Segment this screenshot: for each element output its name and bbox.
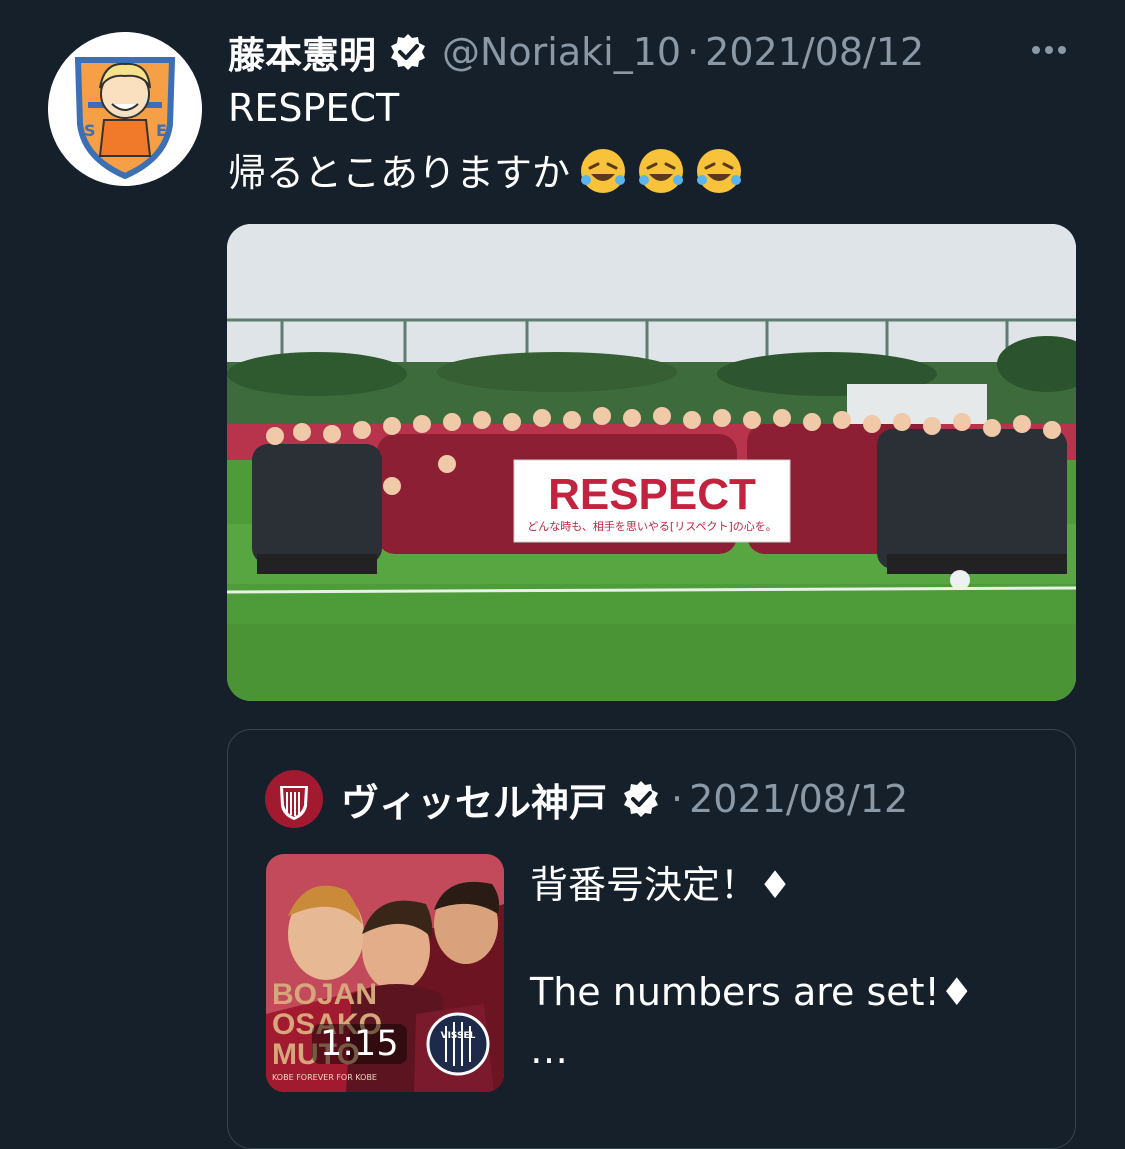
laughing-emoji-icon <box>694 146 744 196</box>
verified-badge-icon <box>621 779 661 819</box>
laughing-emoji-icon <box>578 146 628 196</box>
video-caption: KOBE FOREVER FOR KOBE <box>272 1073 377 1082</box>
tweet-text: 帰るとこありますか <box>228 151 571 195</box>
tweet-photo[interactable]: RESPECT どんな時も、相手を思いやる[リスペクト]の心を。 <box>227 224 1076 701</box>
laughing-emoji-icon <box>636 146 686 196</box>
banner-title: RESPECT <box>548 470 756 519</box>
verified-badge-icon <box>388 32 428 72</box>
quoted-date[interactable]: 2021/08/12 <box>689 777 908 821</box>
quoted-tweet[interactable]: ヴィッセル神戸 · 2021/08/12 VISSEL BOJAN OSAKO … <box>227 729 1076 1149</box>
quoted-text-ellipsis: … <box>530 1028 568 1072</box>
video-thumbnail[interactable]: VISSEL BOJAN OSAKO MUTO KOBE FOREVER FOR… <box>266 854 504 1092</box>
author-avatar[interactable]: S E <box>48 32 202 186</box>
quoted-author-name[interactable]: ヴィッセル神戸 <box>341 772 607 827</box>
tweet-text-line-1: RESPECT <box>228 86 400 130</box>
separator-dot: · <box>671 777 684 821</box>
tweet-header: 藤本憲明 @Noriaki_10 · 2021/08/12 <box>228 24 1085 80</box>
vissel-logo-text: VISSEL <box>441 1031 476 1041</box>
club-avatar[interactable] <box>265 770 323 828</box>
author-handle[interactable]: @Noriaki_10 <box>442 30 681 74</box>
separator-dot: · <box>687 30 700 74</box>
video-duration: 1:15 <box>312 1024 407 1064</box>
more-options-icon[interactable] <box>1029 38 1069 62</box>
author-name[interactable]: 藤本憲明 <box>228 25 376 79</box>
quoted-text-line-2: The numbers are set!♦ <box>530 970 974 1014</box>
quoted-text-line-1: 背番号決定！♦ <box>530 863 793 907</box>
svg-text:E: E <box>156 121 167 140</box>
banner-subtitle: どんな時も、相手を思いやる[リスペクト]の心を。 <box>527 519 776 533</box>
video-name-1: BOJAN <box>272 978 377 1011</box>
svg-text:S: S <box>84 121 96 140</box>
tweet-text-line-2: 帰るとこありますか <box>228 142 744 197</box>
tweet-date[interactable]: 2021/08/12 <box>705 30 924 74</box>
quoted-tweet-header: ヴィッセル神戸 · 2021/08/12 <box>265 770 908 828</box>
